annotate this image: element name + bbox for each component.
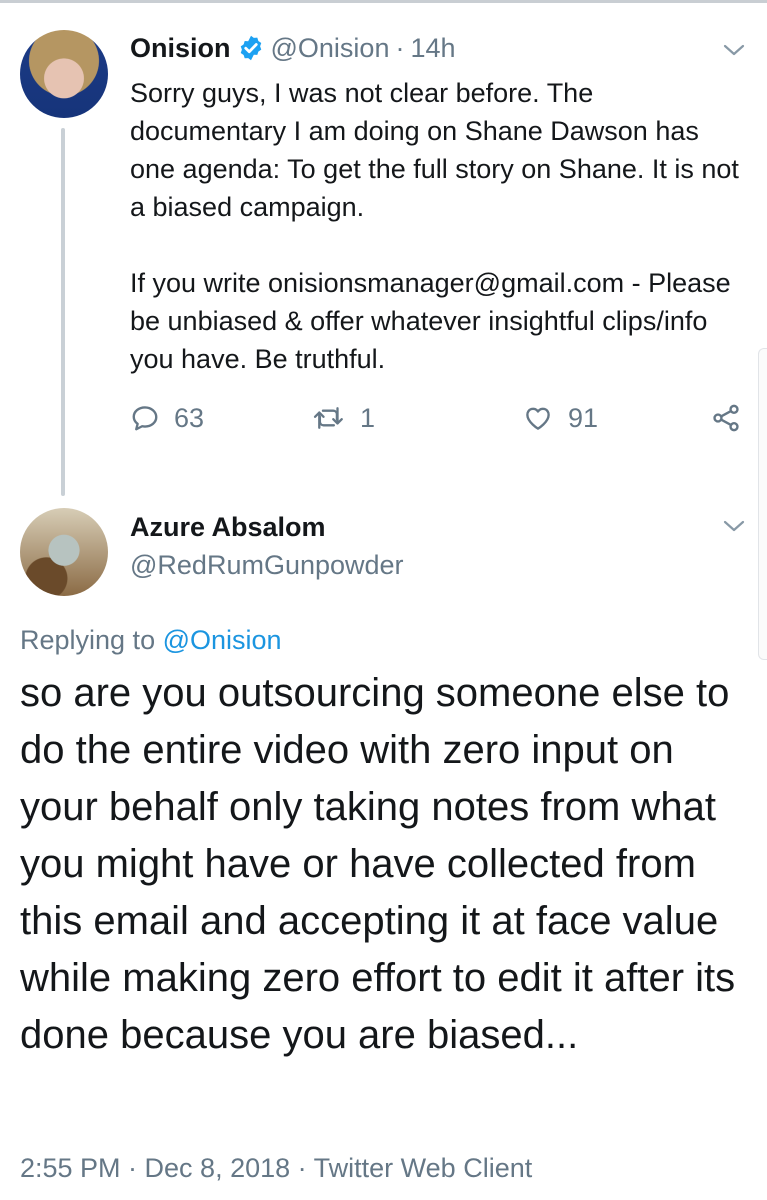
comment-icon	[132, 406, 158, 431]
replying-to-mention[interactable]: @Onision	[163, 625, 282, 655]
chevron-down-icon[interactable]	[722, 514, 746, 538]
like-count: 91	[568, 402, 599, 433]
reply-display-name[interactable]: Azure Absalom	[130, 512, 326, 543]
tweet-paragraph: If you write onisionsmanager@gmail.com -…	[130, 268, 731, 374]
heart-icon	[526, 407, 550, 430]
original-timestamp[interactable]: 14h	[410, 33, 455, 64]
original-tweet-header: Onision @Onision · 14h	[130, 30, 456, 66]
reply-button[interactable]: 63	[130, 398, 204, 438]
original-display-name[interactable]: Onision	[130, 33, 231, 64]
reply-timestamp-source[interactable]: 2:55 PM · Dec 8, 2018 · Twitter Web Clie…	[20, 1153, 532, 1184]
replying-to-label: Replying to	[20, 625, 156, 655]
retweet-button[interactable]: 1	[312, 398, 375, 438]
scrollbar-thumb[interactable]	[758, 348, 767, 660]
share-icon	[713, 404, 739, 432]
original-tweet-text: Sorry guys, I was not clear before. The …	[130, 74, 750, 378]
reply-count: 63	[174, 402, 205, 433]
retweet-icon	[313, 407, 343, 429]
tweet-thread-page: Onision @Onision · 14h Sorry guys, I was…	[0, 0, 767, 1200]
thread-connector-line	[61, 128, 65, 496]
avatar-onision[interactable]	[20, 30, 108, 118]
header-separator: ·	[395, 32, 405, 63]
replying-to-line: Replying to @Onision	[20, 625, 282, 656]
chevron-down-icon[interactable]	[722, 38, 746, 62]
top-divider	[0, 0, 767, 3]
tweet-action-bar: 63 1 91	[130, 398, 750, 438]
like-button[interactable]: 91	[522, 398, 598, 438]
share-button[interactable]	[710, 398, 742, 438]
avatar-azure-absalom[interactable]	[20, 508, 108, 596]
original-handle[interactable]: @Onision	[271, 33, 390, 64]
reply-tweet-text: so are you outsourcing someone else to d…	[20, 671, 736, 1057]
verified-badge-icon	[240, 35, 261, 61]
retweet-count: 1	[360, 402, 376, 433]
reply-handle[interactable]: @RedRumGunpowder	[130, 550, 404, 581]
tweet-paragraph: Sorry guys, I was not clear before. The …	[130, 78, 739, 222]
